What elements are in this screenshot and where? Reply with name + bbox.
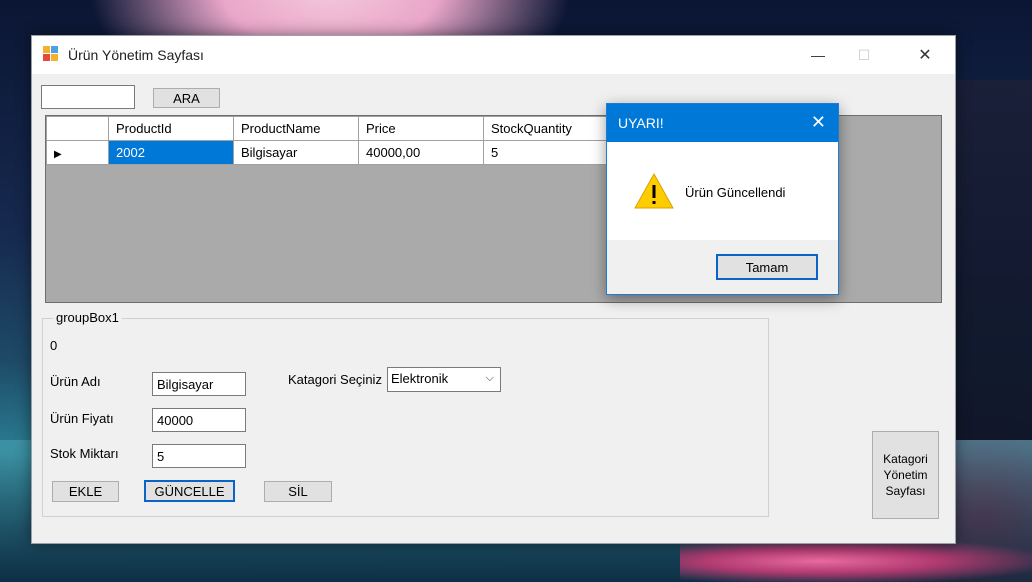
row-header[interactable]: ▶ xyxy=(46,140,109,165)
stock-quantity-label: Stok Miktarı xyxy=(50,446,119,461)
dialog-footer: Tamam xyxy=(607,240,838,294)
chevron-down-icon: ⌵ xyxy=(485,372,494,384)
add-button[interactable]: EKLE xyxy=(52,481,119,502)
warning-dialog: UYARI! ✕ Ürün Güncellendi Tamam xyxy=(606,103,839,295)
category-select[interactable]: Elektronik ⌵ xyxy=(387,367,501,392)
products-table: ProductId ProductName Price StockQuantit… xyxy=(46,116,609,165)
maximize-icon: ☐ xyxy=(857,46,871,63)
product-name-field[interactable]: Bilgisayar xyxy=(152,372,246,396)
background-tree xyxy=(955,80,1032,440)
minimize-icon: — xyxy=(811,47,825,63)
update-button[interactable]: GÜNCELLE xyxy=(144,480,235,502)
maximize-button[interactable]: ☐ xyxy=(841,36,887,74)
product-name-label: Ürün Adı xyxy=(50,374,101,389)
dialog-close-icon[interactable]: ✕ xyxy=(811,112,826,133)
category-label: Katagori Seçiniz xyxy=(288,372,382,387)
dialog-title: UYARI! xyxy=(618,115,664,131)
table-row[interactable]: ▶ 2002 Bilgisayar 40000,00 5 xyxy=(46,140,609,165)
dialog-body: Ürün Güncellendi xyxy=(607,142,838,240)
delete-button[interactable]: SİL xyxy=(264,481,332,502)
app-icon xyxy=(43,46,59,62)
column-header[interactable]: ProductName xyxy=(233,116,359,141)
product-id-label: 0 xyxy=(50,338,58,353)
close-button[interactable]: ✕ xyxy=(902,36,948,74)
minimize-button[interactable]: — xyxy=(795,36,841,74)
dialog-title-bar[interactable]: UYARI! ✕ xyxy=(607,104,838,142)
background-flowers xyxy=(680,540,1032,582)
groupbox-title: groupBox1 xyxy=(53,310,122,325)
warning-icon xyxy=(634,172,674,209)
stock-quantity-field[interactable]: 5 xyxy=(152,444,246,468)
column-header[interactable]: ProductId xyxy=(108,116,234,141)
cell-price[interactable]: 40000,00 xyxy=(358,140,484,165)
search-button[interactable]: ARA xyxy=(153,88,220,108)
product-price-label: Ürün Fiyatı xyxy=(50,411,114,426)
grid-header-row: ProductId ProductName Price StockQuantit… xyxy=(46,116,609,141)
row-header-corner xyxy=(46,116,109,141)
window-title: Ürün Yönetim Sayfası xyxy=(68,47,204,63)
product-price-field[interactable]: 40000 xyxy=(152,408,246,432)
search-input[interactable] xyxy=(41,85,135,109)
category-page-button[interactable]: Katagori Yönetim Sayfası xyxy=(872,431,939,519)
title-bar[interactable]: Ürün Yönetim Sayfası — ☐ ✕ xyxy=(32,36,955,74)
current-row-arrow-icon: ▶ xyxy=(54,149,62,160)
column-header[interactable]: StockQuantity xyxy=(483,116,609,141)
cell-stock-quantity[interactable]: 5 xyxy=(483,140,609,165)
cell-product-id[interactable]: 2002 xyxy=(108,140,234,165)
dialog-message: Ürün Güncellendi xyxy=(685,185,786,200)
cell-product-name[interactable]: Bilgisayar xyxy=(233,140,359,165)
ok-button[interactable]: Tamam xyxy=(716,254,818,280)
category-select-value: Elektronik xyxy=(391,371,449,386)
close-icon: ✕ xyxy=(918,47,932,64)
column-header[interactable]: Price xyxy=(358,116,484,141)
